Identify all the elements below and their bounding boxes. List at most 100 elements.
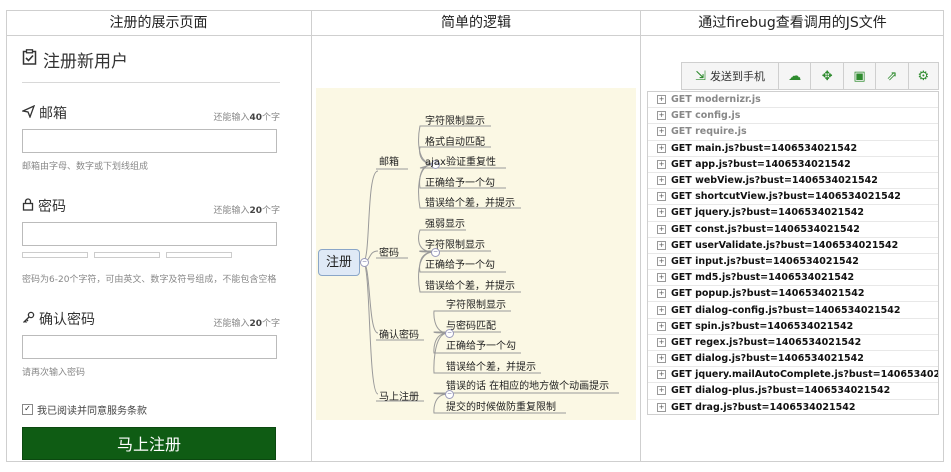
paper-plane-icon	[20, 104, 36, 122]
expand-plus-icon[interactable]: +	[657, 208, 666, 218]
password-remaining-count: 还能输入20个字	[213, 206, 280, 216]
request-row[interactable]: + GET input.js?bust=1406534021542	[648, 254, 938, 271]
request-row[interactable]: + GET webView.js?bust=1406534021542	[648, 173, 938, 190]
expand-plus-icon[interactable]: +	[657, 159, 666, 169]
request-row[interactable]: + GET spin.js?bust=1406534021542	[648, 319, 938, 335]
strength-bar-strong	[166, 252, 232, 258]
password-input[interactable]	[22, 222, 277, 246]
send-to-phone-button[interactable]: ⇲ 发送到手机	[682, 63, 780, 89]
confirm-help-text: 请再次输入密码	[22, 368, 86, 378]
request-row[interactable]: + GET userValidate.js?bust=1406534021542	[648, 238, 938, 254]
request-row[interactable]: + GET drag.js?bust=1406534021542	[648, 400, 938, 414]
request-row[interactable]: + GET jquery.js?bust=1406534021542	[648, 205, 938, 222]
expand-plus-icon[interactable]: +	[657, 95, 666, 105]
settings-button[interactable]: ⚙	[909, 63, 938, 89]
confirm-password-label: 确认密码	[22, 309, 95, 329]
expand-plus-icon[interactable]: +	[657, 337, 666, 347]
request-url: GET input.js?bust=1406534021542	[671, 255, 859, 267]
mind-branch: 马上注册	[379, 392, 419, 403]
expand-button[interactable]: ✥	[811, 63, 844, 89]
cloud-button[interactable]: ☁	[779, 63, 812, 89]
expand-plus-icon[interactable]: +	[657, 176, 666, 186]
expand-plus-icon[interactable]: +	[657, 224, 666, 234]
share-icon: ⇗	[886, 68, 898, 84]
password-field-group: 密码 还能输入20个字 密码为6-20个字符，可由英文、数字及符号组成，不能包含…	[22, 196, 280, 285]
expand-plus-icon[interactable]: +	[657, 321, 666, 331]
agree-terms-label: 我已阅读并同意服务条款	[37, 406, 147, 417]
expand-plus-icon[interactable]: +	[657, 127, 666, 137]
request-url: GET app.js?bust=1406534021542	[671, 158, 851, 170]
request-url: GET md5.js?bust=1406534021542	[671, 272, 855, 284]
save-icon: ▣	[853, 68, 866, 84]
header-firebug-js: 通过firebug查看调用的JS文件	[641, 10, 944, 36]
request-url: GET config.js	[671, 110, 741, 122]
request-url: GET jquery.mailAutoComplete.js?bust=1406…	[671, 369, 939, 381]
save-button[interactable]: ▣	[844, 63, 877, 89]
request-row[interactable]: + GET shortcutView.js?bust=1406534021542	[648, 189, 938, 206]
confirm-password-input[interactable]	[22, 335, 277, 359]
request-row[interactable]: + GET config.js	[648, 108, 938, 125]
password-strength-meter	[22, 252, 280, 258]
request-url: GET dialog-config.js?bust=1406534021542	[671, 304, 901, 316]
email-label-text: 邮箱	[39, 106, 67, 122]
request-row[interactable]: + GET app.js?bust=1406534021542	[648, 157, 938, 173]
request-url: GET dialog-plus.js?bust=1406534021542	[671, 385, 891, 397]
expand-plus-icon[interactable]: +	[657, 370, 666, 380]
expand-plus-icon[interactable]: +	[657, 386, 666, 396]
agree-checkbox[interactable]: ✓	[22, 404, 33, 415]
header-registration-page: 注册的展示页面	[6, 10, 311, 36]
request-url: GET const.js?bust=1406534021542	[671, 223, 860, 235]
request-url: GET regex.js?bust=1406534021542	[671, 336, 862, 348]
gear-icon: ⚙	[917, 68, 930, 84]
collapse-toggle-icon: −	[360, 258, 369, 267]
expand-plus-icon[interactable]: +	[657, 256, 666, 266]
password-label: 密码	[22, 196, 66, 216]
request-row[interactable]: + GET require.js	[648, 124, 938, 141]
mind-leaf: 强弱显示	[425, 219, 465, 230]
email-input[interactable]	[22, 129, 277, 153]
request-row[interactable]: + GET modernizr.js	[648, 92, 938, 109]
mind-branch: 确认密码	[379, 330, 419, 341]
expand-plus-icon[interactable]: +	[657, 273, 666, 283]
agree-terms-row[interactable]: ✓ 我已阅读并同意服务条款	[22, 402, 280, 417]
request-url: GET dialog.js?bust=1406534021542	[671, 353, 864, 365]
email-field-group: 邮箱 还能输入40个字 邮箱由字母、数字或下划线组成	[20, 103, 280, 172]
expand-plus-icon[interactable]: +	[657, 402, 666, 412]
expand-plus-icon[interactable]: +	[657, 305, 666, 315]
request-row[interactable]: + GET jquery.mailAutoComplete.js?bust=140…	[648, 367, 939, 384]
request-row[interactable]: + GET dialog-plus.js?bust=1406534021542	[648, 383, 938, 400]
logic-mind-map: 注册 − 邮箱 − 密码 − 确认密码 − 马上注册 − 字符限制显示 格式自动…	[316, 88, 636, 420]
mind-leaf: 字符限制显示	[425, 240, 485, 251]
expand-plus-icon[interactable]: +	[657, 240, 666, 250]
expand-plus-icon[interactable]: +	[657, 354, 666, 364]
share-button[interactable]: ⇗	[876, 63, 909, 89]
email-remaining-count: 还能输入40个字	[213, 113, 280, 123]
request-url: GET main.js?bust=1406534021542	[671, 142, 858, 154]
firebug-request-list: + GET modernizr.js + GET config.js + GET requ…	[647, 91, 939, 415]
mind-leaf: 格式自动匹配	[425, 137, 485, 148]
mind-leaf: 正确给予一个勾	[425, 260, 495, 271]
expand-plus-icon[interactable]: +	[657, 192, 666, 202]
request-row[interactable]: + GET dialog.js?bust=1406534021542	[648, 351, 938, 368]
register-now-button[interactable]: 马上注册	[22, 427, 276, 460]
mind-leaf: 字符限制显示	[425, 116, 485, 127]
request-row[interactable]: + GET dialog-config.js?bust=1406534021542	[648, 302, 938, 319]
request-row[interactable]: + GET regex.js?bust=1406534021542	[648, 335, 938, 351]
password-help-text: 密码为6-20个字符，可由英文、数字及符号组成，不能包含空格	[22, 275, 277, 285]
request-url: GET drag.js?bust=1406534021542	[671, 401, 856, 413]
expand-plus-icon[interactable]: +	[657, 111, 666, 121]
mind-leaf: 错误给个差，并提示	[425, 281, 515, 292]
form-title: 注册新用户	[22, 36, 280, 83]
mind-leaf: 与密码匹配	[446, 321, 496, 332]
mind-leaf: 错误给个差，并提示	[425, 198, 515, 209]
request-row[interactable]: + GET main.js?bust=1406534021542	[648, 141, 938, 157]
expand-plus-icon[interactable]: +	[657, 289, 666, 299]
send-to-phone-icon: ⇲	[695, 68, 706, 84]
request-url: GET userValidate.js?bust=1406534021542	[671, 239, 899, 251]
expand-plus-icon[interactable]: +	[657, 143, 666, 153]
request-row[interactable]: + GET md5.js?bust=1406534021542	[648, 270, 938, 287]
request-row[interactable]: + GET const.js?bust=1406534021542	[648, 222, 938, 238]
request-row[interactable]: + GET popup.js?bust=1406534021542	[648, 286, 938, 303]
expand-icon: ✥	[821, 68, 833, 84]
lock-icon	[22, 197, 34, 215]
